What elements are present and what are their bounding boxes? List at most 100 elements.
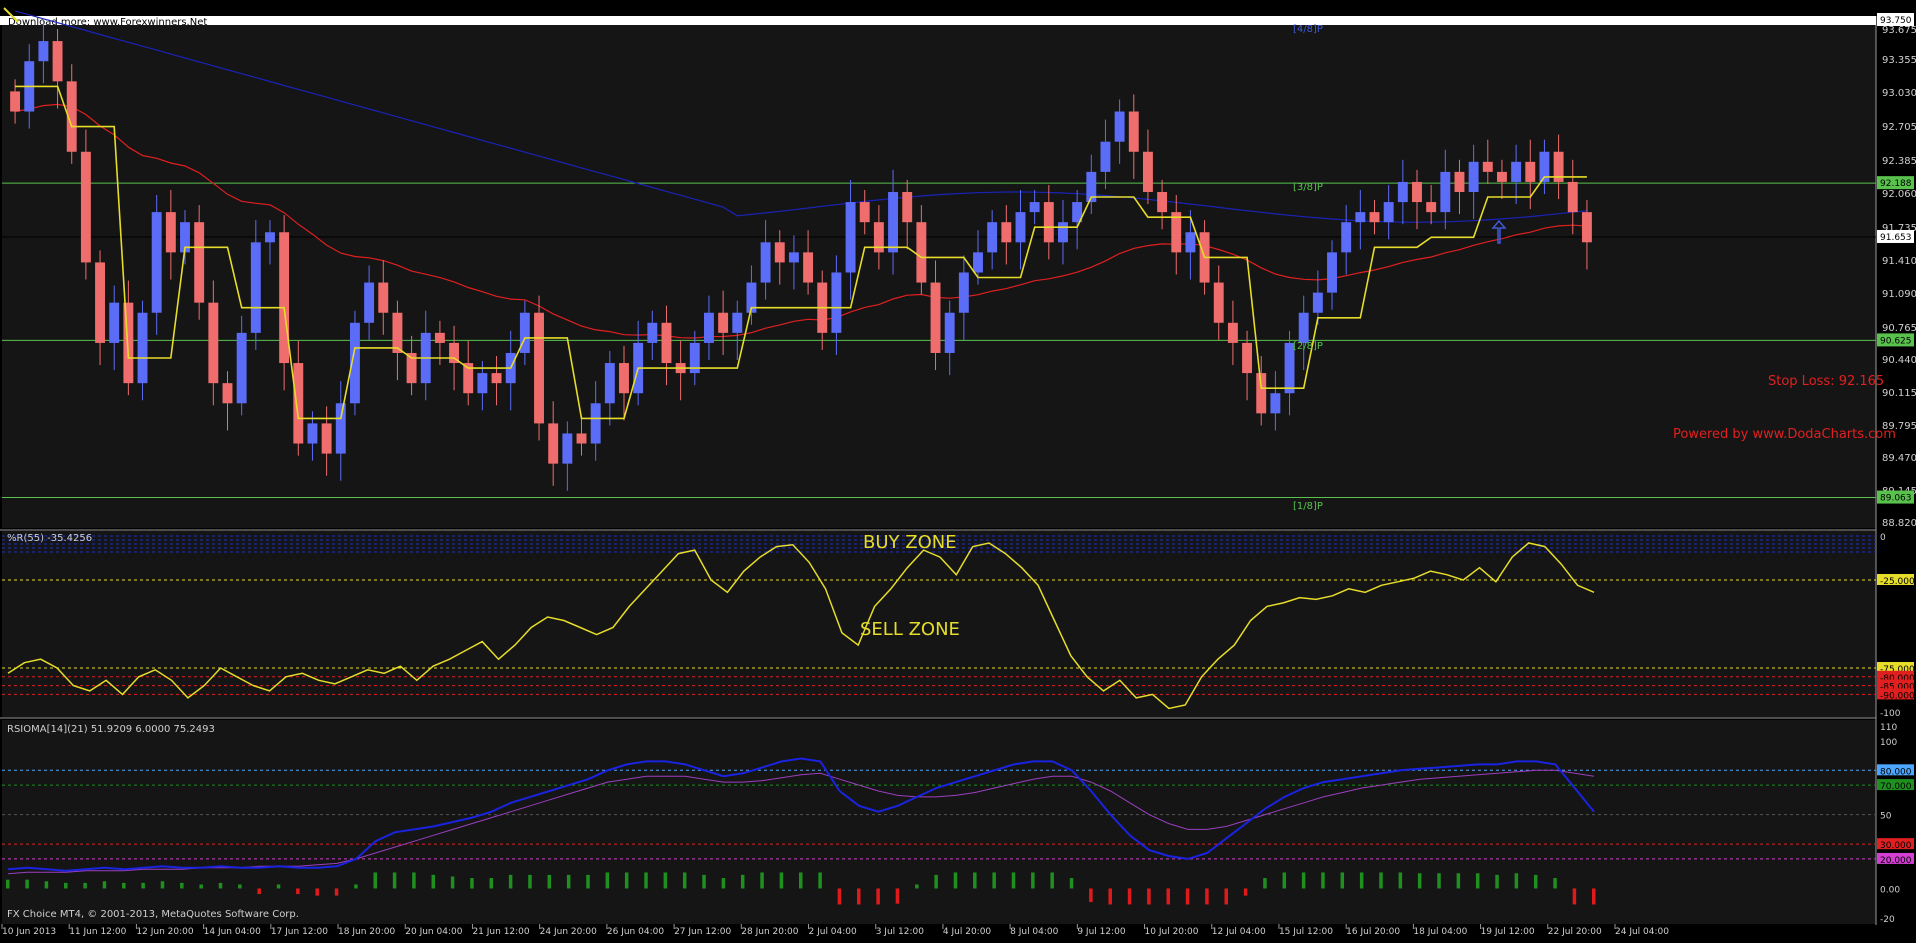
histogram-bar: [412, 872, 416, 889]
candle-body: [321, 423, 332, 454]
candle-body: [1496, 171, 1507, 182]
candle-body: [38, 41, 49, 62]
candle-body: [52, 41, 63, 82]
histogram-bar: [1031, 872, 1035, 889]
time-tick: 20 Jun 04:00: [405, 927, 462, 937]
histogram-bar: [837, 888, 842, 905]
histogram-bar: [1379, 872, 1383, 889]
histogram-bar: [1514, 873, 1519, 889]
candle-body: [1227, 322, 1238, 343]
price-tag-label: 93.750: [1880, 16, 1912, 26]
price-tick: 92.385: [1882, 156, 1916, 167]
time-tick: 9 Jul 12:00: [1077, 927, 1126, 937]
murrey-18-label: [1/8]P: [1293, 501, 1323, 512]
candle-body: [562, 433, 573, 464]
rsioma-tick: 110: [1880, 723, 1897, 733]
histogram-bar: [799, 872, 803, 889]
candle-body: [1397, 181, 1408, 203]
histogram-bar: [64, 882, 68, 889]
candle-body: [1426, 202, 1437, 213]
histogram-bar: [1417, 873, 1422, 889]
wpr-title: %R(55) -35.4256: [7, 533, 92, 544]
candle-body: [1369, 212, 1380, 223]
rsioma-tick: -20: [1880, 915, 1895, 925]
histogram-bar: [315, 888, 319, 896]
histogram-bar: [1359, 872, 1364, 889]
candle-body: [109, 302, 120, 343]
candle-body: [265, 232, 275, 243]
candle-body: [1440, 171, 1451, 213]
histogram-bar: [276, 884, 281, 889]
histogram-bar: [1108, 888, 1112, 905]
candle-body: [1312, 292, 1323, 313]
price-tick: 91.090: [1882, 289, 1916, 300]
candle-body: [534, 312, 544, 424]
histogram-bar: [566, 874, 571, 889]
candle-body: [987, 222, 998, 253]
candle-body: [1001, 222, 1012, 243]
histogram-bar: [1011, 872, 1016, 889]
histogram-bar: [1495, 874, 1499, 889]
histogram-bar: [392, 872, 397, 889]
price-tick: 90.115: [1882, 388, 1916, 399]
candle-body: [279, 232, 290, 364]
candle-body: [888, 192, 899, 253]
candle-body: [1482, 161, 1493, 172]
price-tick: 93.675: [1882, 25, 1916, 36]
histogram-bar: [1475, 873, 1480, 889]
wpr-tick: -90.000: [1880, 691, 1915, 701]
time-tick: 27 Jun 12:00: [674, 927, 731, 937]
candle-body: [902, 192, 913, 223]
candle-body: [137, 312, 148, 384]
histogram-bar: [218, 882, 223, 889]
candle-body: [80, 151, 91, 263]
histogram-bar: [1553, 878, 1557, 889]
histogram-bar: [682, 872, 687, 889]
histogram-bar: [857, 888, 861, 905]
candle-body: [1256, 373, 1267, 414]
candle-body: [1242, 342, 1253, 374]
candle-body: [1157, 192, 1168, 213]
candle-body: [803, 252, 814, 283]
histogram-bar: [1147, 888, 1151, 905]
histogram-bar: [973, 872, 977, 889]
candle-body: [732, 312, 743, 333]
candle-body: [1581, 212, 1592, 243]
candle-body: [1355, 212, 1366, 223]
histogram-bar: [102, 881, 107, 889]
candle-body: [293, 363, 304, 444]
histogram-bar: [1301, 872, 1306, 889]
candle-body: [703, 312, 714, 343]
rsioma-title: RSIOMA[14](21) 51.9209 6.0000 75.2493: [7, 724, 215, 735]
time-tick: 28 Jun 20:00: [741, 927, 798, 937]
time-tick: 11 Jun 12:00: [69, 927, 126, 937]
time-tick: 26 Jun 04:00: [607, 927, 664, 937]
candle-body: [604, 363, 615, 404]
wpr-tick: -25.000: [1880, 577, 1915, 587]
histogram-bar: [1127, 888, 1132, 905]
candle-body: [1185, 232, 1196, 253]
histogram-bar: [663, 872, 668, 889]
candle-body: [151, 212, 162, 313]
candle-body: [1468, 161, 1479, 193]
murrey-38-label: [3/8]P: [1293, 182, 1323, 193]
histogram-bar: [334, 888, 339, 896]
candle-body: [1114, 111, 1125, 142]
time-tick: 24 Jun 20:00: [540, 927, 597, 937]
price-tag-label: 92.188: [1880, 179, 1912, 189]
histogram-bar: [489, 878, 494, 889]
candle-body: [95, 262, 106, 343]
candle-body: [944, 312, 955, 353]
time-tick: 16 Jul 20:00: [1346, 927, 1400, 937]
candle-body: [491, 373, 502, 384]
price-tick: 89.470: [1882, 453, 1916, 464]
time-tick: 17 Jun 12:00: [271, 927, 328, 937]
candle-body: [958, 272, 969, 313]
histogram-bar: [44, 881, 49, 889]
price-tick: 91.410: [1882, 256, 1916, 267]
candle-body: [1213, 282, 1224, 323]
top-white-bar: [0, 16, 1876, 25]
price-tick: 92.705: [1882, 122, 1916, 133]
histogram-bar: [1321, 872, 1325, 889]
price-tag-label: 89.063: [1880, 494, 1912, 504]
